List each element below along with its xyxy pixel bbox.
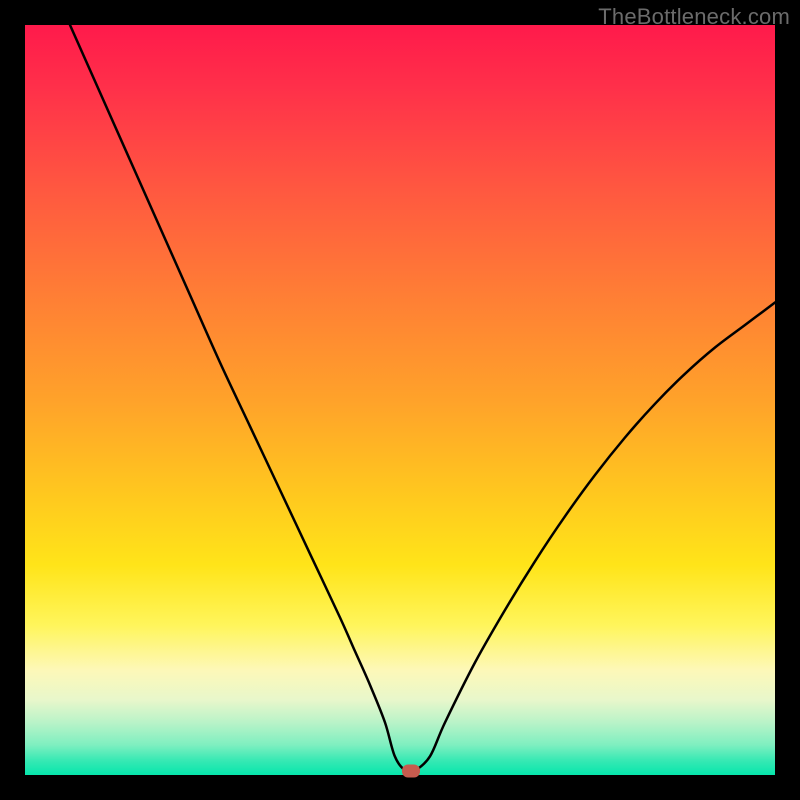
watermark-text: TheBottleneck.com [598,4,790,30]
bottleneck-curve [70,25,775,772]
curve-layer [25,25,775,775]
optimal-point-marker [402,764,420,777]
outer-frame: TheBottleneck.com [0,0,800,800]
